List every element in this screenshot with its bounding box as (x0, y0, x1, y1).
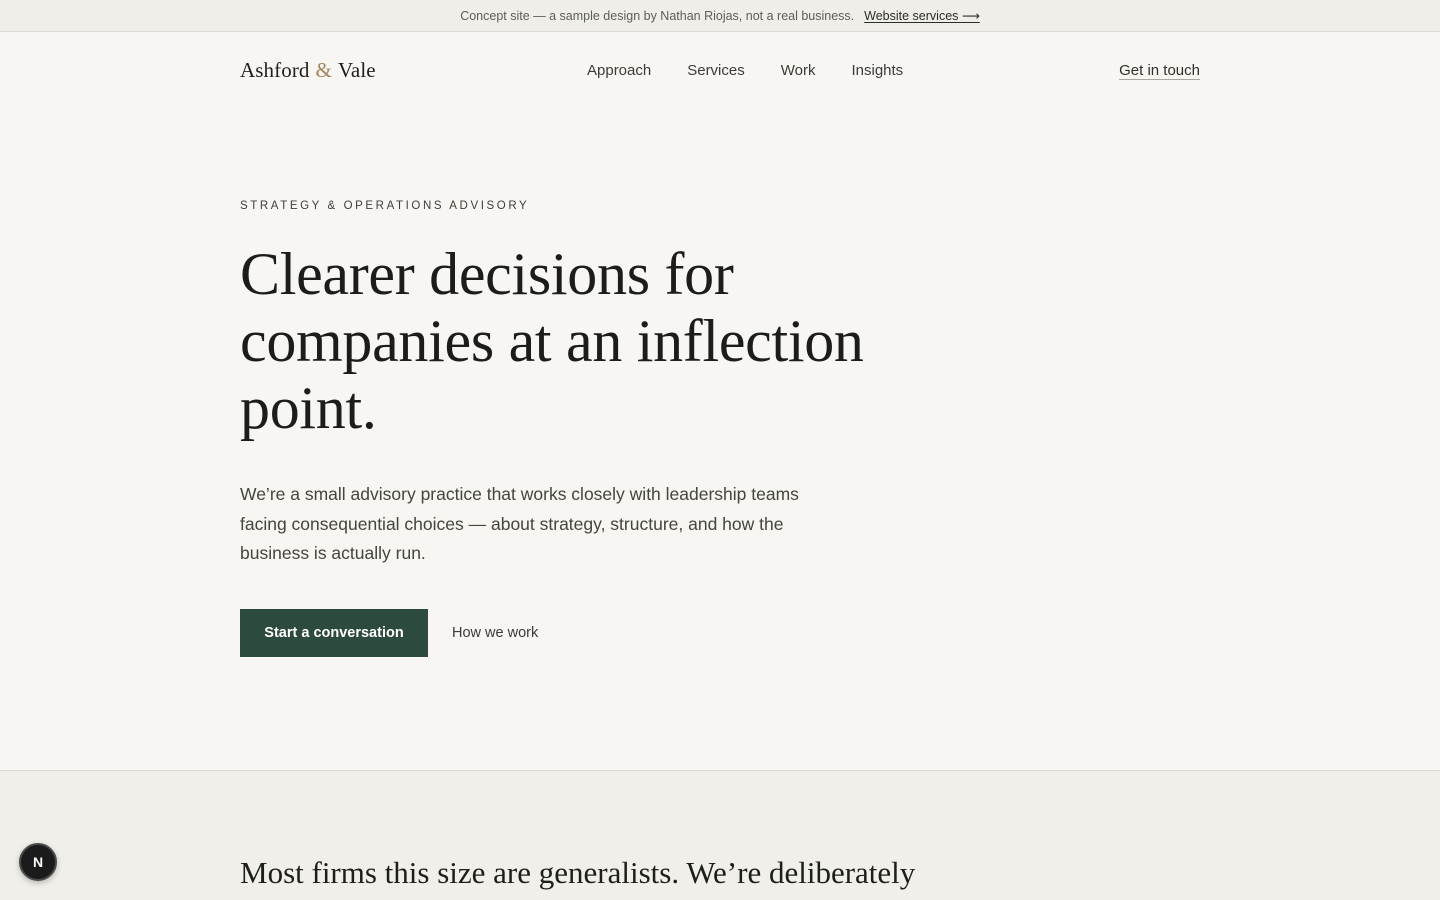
hero-section: STRATEGY & OPERATIONS ADVISORY Clearer d… (240, 200, 1200, 657)
logo[interactable]: Ashford & Vale (240, 58, 376, 83)
hero-actions: Start a conversation How we work (240, 608, 1200, 657)
positioning-section: Most firms this size are generalists. We… (0, 770, 1440, 900)
start-conversation-button[interactable]: Start a conversation (240, 608, 428, 657)
badge-letter: N (32, 854, 44, 870)
website-services-link[interactable]: Website services ⟶ (864, 8, 980, 23)
nav-insights[interactable]: Insights (851, 62, 903, 79)
nav-approach[interactable]: Approach (587, 62, 651, 79)
site-header: Ashford & Vale Approach Services Work In… (240, 32, 1200, 108)
nextjs-dev-badge-icon[interactable]: N (19, 843, 57, 881)
hero-headline: Clearer decisions for companies at an in… (240, 241, 864, 441)
logo-ampersand: & (315, 57, 332, 82)
positioning-heading: Most firms this size are generalists. We… (240, 855, 916, 890)
nav-work[interactable]: Work (781, 62, 816, 79)
logo-first: Ashford (240, 57, 310, 82)
hero-lede: We’re a small advisory practice that wor… (240, 484, 799, 563)
hero-eyebrow: STRATEGY & OPERATIONS ADVISORY (240, 200, 530, 212)
main-nav: Approach Services Work Insights (587, 32, 939, 108)
concept-banner: Concept site — a sample design by Nathan… (0, 0, 1440, 32)
nav-services[interactable]: Services (687, 62, 745, 79)
banner-note: Concept site — a sample design by Nathan… (460, 8, 855, 23)
get-in-touch-link[interactable]: Get in touch (1119, 62, 1200, 79)
how-we-work-link[interactable]: How we work (452, 625, 538, 641)
logo-second: Vale (337, 57, 376, 82)
header-cta: Get in touch (1119, 32, 1200, 108)
